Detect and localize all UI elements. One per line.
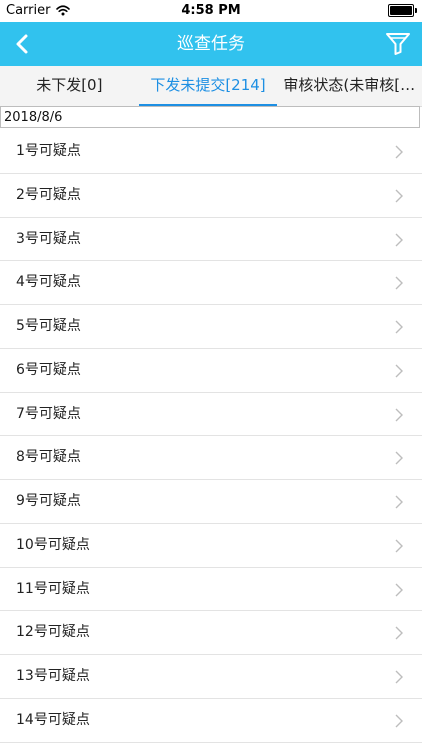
list-item[interactable]: 9号可疑点 — [0, 480, 422, 524]
list-item[interactable]: 6号可疑点 — [0, 349, 422, 393]
list-item-label: 9号可疑点 — [16, 493, 81, 509]
list-item-label: 12号可疑点 — [16, 624, 90, 641]
chevron-right-icon — [395, 233, 403, 246]
list-item-label: 8号可疑点 — [16, 449, 81, 466]
status-bar: Carrier 4:58 PM — [0, 0, 422, 22]
list-item[interactable]: 11号可疑点 — [0, 568, 422, 612]
list-item-label: 1号可疑点 — [16, 143, 81, 159]
chevron-right-icon — [395, 189, 403, 203]
list-item[interactable]: 12号可疑点 — [0, 611, 422, 655]
chevron-right-icon — [395, 320, 403, 334]
chevron-right-icon — [395, 408, 403, 421]
list-item-label: 10号可疑点 — [16, 536, 90, 553]
list-item-label: 6号可疑点 — [16, 361, 81, 378]
navbar: 巡查任务 — [0, 22, 422, 66]
suspicious-point-list: 1号可疑点 2号可疑点 3号可疑点 4号可疑点 5号可疑点 6号可疑点 7号可疑… — [0, 130, 422, 743]
list-item-label: 2号可疑点 — [16, 186, 81, 203]
list-item[interactable]: 7号可疑点 — [0, 393, 422, 437]
list-item-label: 3号可疑点 — [16, 230, 81, 247]
list-item[interactable]: 14号可疑点 — [0, 699, 422, 743]
list-item-label: 7号可疑点 — [16, 405, 81, 422]
list-item[interactable]: 8号可疑点 — [0, 436, 422, 480]
chevron-right-icon — [395, 626, 403, 640]
list-item[interactable]: 10号可疑点 — [0, 524, 422, 568]
chevron-right-icon — [395, 276, 403, 290]
list-item-label: 4号可疑点 — [16, 274, 81, 291]
battery-icon — [388, 4, 417, 17]
list-item-label: 11号可疑点 — [16, 580, 90, 597]
list-item[interactable]: 3号可疑点 — [0, 218, 422, 262]
list-item-label: 13号可疑点 — [16, 668, 90, 684]
status-right — [388, 4, 417, 17]
status-time: 4:58 PM — [181, 3, 241, 18]
chevron-right-icon — [395, 495, 403, 509]
list-item[interactable]: 1号可疑点 — [0, 130, 422, 174]
chevron-right-icon — [395, 145, 403, 159]
chevron-right-icon — [395, 583, 403, 596]
tab-bar: 未下发[0] 下发未提交[214] 审核状态(未审核[0... — [0, 66, 422, 107]
list-item-label: 14号可疑点 — [16, 711, 90, 728]
date-field[interactable]: 2018/8/6 — [0, 106, 420, 128]
list-item[interactable]: 4号可疑点 — [0, 261, 422, 305]
tab-issued-not-submitted[interactable]: 下发未提交[214] — [138, 66, 278, 106]
tab-not-issued[interactable]: 未下发[0] — [0, 66, 139, 106]
list-item-label: 5号可疑点 — [16, 318, 81, 334]
chevron-right-icon — [395, 451, 403, 465]
chevron-right-icon — [395, 714, 403, 728]
list-item[interactable]: 2号可疑点 — [0, 174, 422, 218]
chevron-right-icon — [395, 670, 403, 684]
tab-review-status[interactable]: 审核状态(未审核[0... — [277, 66, 422, 106]
filter-icon[interactable] — [384, 29, 412, 57]
list-item[interactable]: 5号可疑点 — [0, 305, 422, 349]
chevron-right-icon — [395, 364, 403, 378]
page-title: 巡查任务 — [177, 34, 245, 54]
chevron-right-icon — [395, 539, 403, 553]
list-item[interactable]: 13号可疑点 — [0, 655, 422, 699]
